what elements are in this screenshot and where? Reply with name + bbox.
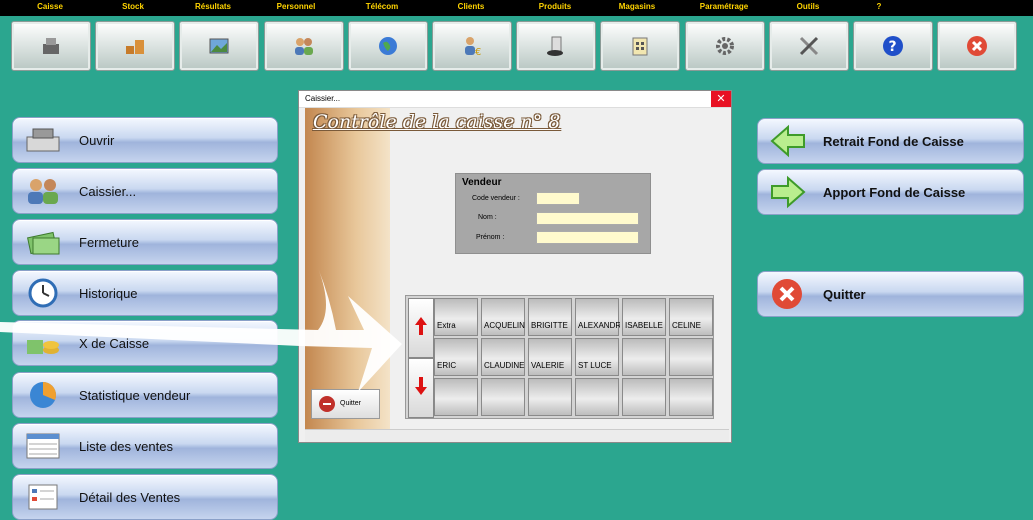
annotation-arrow xyxy=(0,268,402,392)
